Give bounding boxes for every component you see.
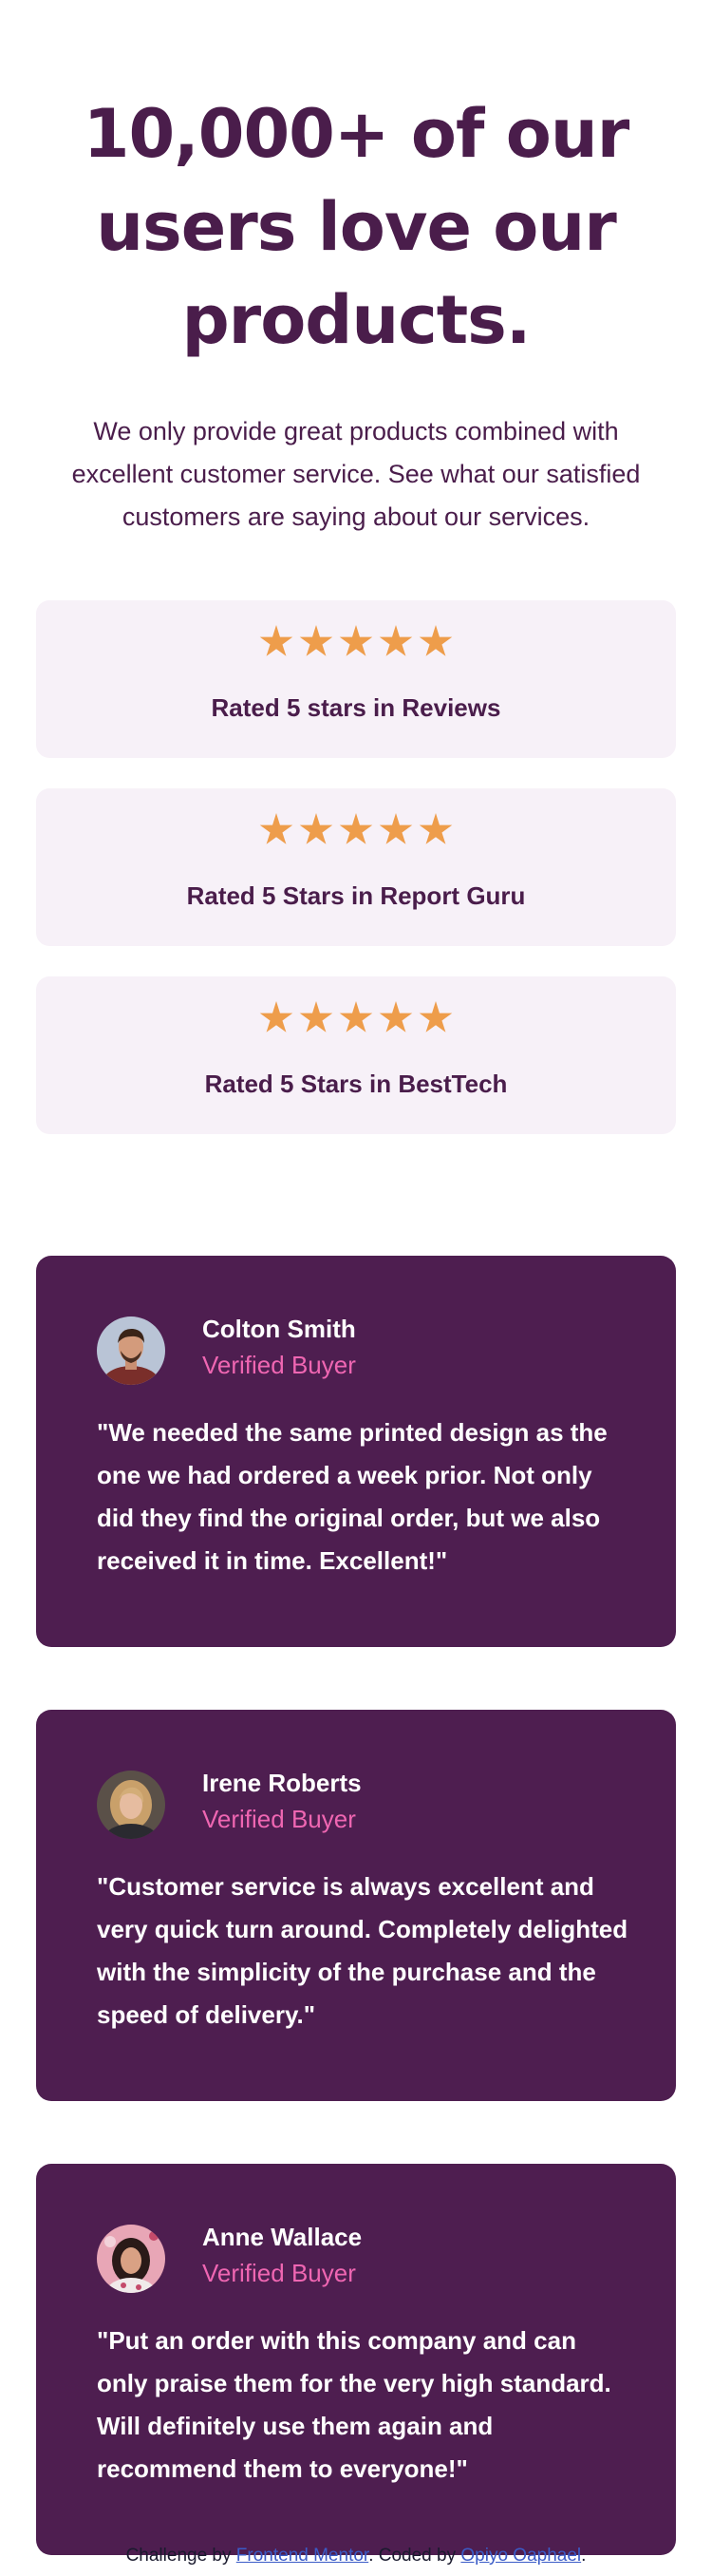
rating-label: Rated 5 stars in Reviews (211, 693, 501, 722)
star-icon (259, 1001, 293, 1032)
star-icon (379, 1001, 413, 1032)
star-icon (379, 625, 413, 656)
star-rating (36, 1001, 676, 1039)
attribution-suffix: . (581, 2546, 587, 2566)
testimonial-quote: "Put an order with this company and can … (97, 2326, 611, 2483)
star-icon (379, 813, 413, 844)
verified-badge: Verified Buyer (202, 1351, 356, 1379)
avatar (97, 2225, 165, 2293)
verified-badge: Verified Buyer (202, 1805, 356, 1833)
star-icon (419, 625, 453, 656)
testimonial-quote: "Customer service is always excellent an… (97, 1872, 628, 2029)
verified-badge: Verified Buyer (202, 2259, 356, 2287)
rating-label: Rated 5 Stars in BestTech (204, 1070, 508, 1098)
rating-card-reviews: Rated 5 stars in Reviews (36, 600, 676, 758)
star-icon (419, 813, 453, 844)
attribution-footer: Challenge by Frontend Mentor. Coded by O… (0, 2546, 712, 2567)
rating-card-besttech: Rated 5 Stars in BestTech (36, 976, 676, 1134)
frontend-mentor-link[interactable]: Frontend Mentor (236, 2546, 368, 2566)
star-rating (36, 813, 676, 851)
reviewer-name: Anne Wallace (202, 2223, 363, 2251)
avatar (97, 1316, 165, 1385)
testimonial-card-colton: Colton Smith Verified Buyer "We needed t… (36, 1256, 676, 1647)
hero-description: We only provide great products combined … (71, 417, 641, 531)
star-icon (299, 625, 333, 656)
rating-label: Rated 5 Stars in Report Guru (186, 881, 526, 910)
star-icon (259, 625, 293, 656)
star-icon (299, 813, 333, 844)
star-icon (259, 813, 293, 844)
star-icon (339, 625, 373, 656)
author-link[interactable]: Opiyo Oaphael (460, 2546, 581, 2566)
testimonial-card-anne: Anne Wallace Verified Buyer "Put an orde… (36, 2164, 676, 2555)
testimonial-quote: "We needed the same printed design as th… (97, 1418, 608, 1575)
reviewer-name: Irene Roberts (202, 1769, 362, 1797)
rating-card-report-guru: Rated 5 Stars in Report Guru (36, 788, 676, 946)
avatar (97, 1771, 165, 1839)
reviewer-name: Colton Smith (202, 1315, 356, 1343)
star-icon (299, 1001, 333, 1032)
star-icon (339, 1001, 373, 1032)
star-icon (339, 813, 373, 844)
page-title: 10,000+ of our users love our products. (83, 95, 630, 359)
attribution-middle: . Coded by (368, 2546, 457, 2566)
attribution-prefix: Challenge by (125, 2546, 232, 2566)
star-rating (36, 625, 676, 663)
star-icon (419, 1001, 453, 1032)
testimonial-card-irene: Irene Roberts Verified Buyer "Customer s… (36, 1710, 676, 2101)
